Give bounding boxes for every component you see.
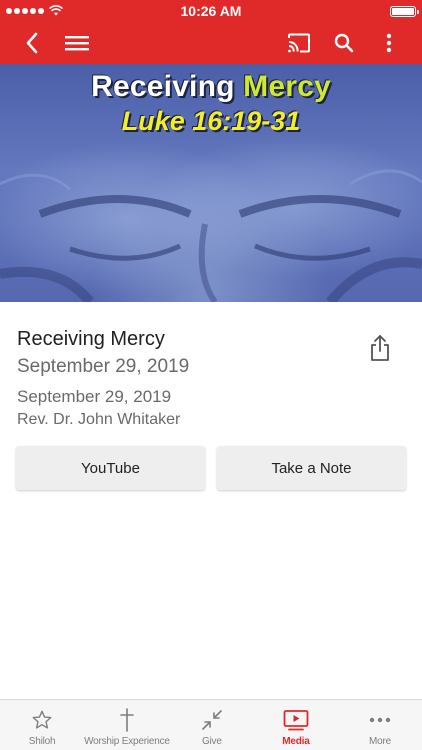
app-bar	[0, 22, 422, 64]
tab-label: Media	[282, 736, 310, 747]
share-icon	[371, 335, 389, 361]
tab-give[interactable]: Give	[170, 700, 254, 750]
battery-fill	[392, 8, 414, 15]
artwork-title-part2: Mercy	[243, 70, 331, 103]
menu-button[interactable]	[57, 22, 97, 64]
sermon-date-primary: September 29, 2019	[17, 356, 190, 377]
artwork-title: Receiving Mercy	[0, 70, 422, 104]
tab-label: More	[368, 736, 391, 747]
artwork-scripture-reference: Luke 16:19-31	[121, 106, 301, 136]
sermon-speaker: Rev. Dr. John Whitaker	[17, 411, 181, 428]
share-button[interactable]	[366, 332, 394, 364]
star-icon	[31, 708, 53, 732]
cross-icon	[119, 708, 135, 732]
cast-icon	[288, 33, 310, 53]
chevron-left-icon	[26, 32, 38, 54]
status-time: 10:26 AM	[180, 3, 242, 19]
hamburger-menu-icon	[65, 36, 89, 51]
search-button[interactable]	[324, 22, 364, 64]
sermon-title: Receiving Mercy	[17, 328, 165, 350]
more-vertical-icon	[386, 33, 392, 53]
search-icon	[334, 33, 354, 53]
youtube-button[interactable]: YouTube	[16, 446, 205, 490]
status-bar: 10:26 AM	[0, 0, 422, 22]
tab-label: Give	[201, 736, 222, 747]
bottom-tab-bar: Shiloh Worship Experience Give Media Mor…	[0, 699, 422, 750]
artwork-title-part1: Receiving	[91, 70, 235, 103]
tab-label: Worship Experience	[84, 736, 170, 747]
tab-label: Shiloh	[28, 736, 56, 747]
tab-shiloh[interactable]: Shiloh	[0, 700, 84, 750]
cast-button[interactable]	[279, 22, 319, 64]
more-horizontal-icon	[369, 708, 391, 732]
tab-media[interactable]: Media	[254, 700, 338, 750]
action-buttons: YouTube Take a Note	[16, 446, 406, 490]
sermon-date-secondary: September 29, 2019	[17, 387, 172, 406]
back-button[interactable]	[12, 22, 52, 64]
battery-icon	[390, 6, 419, 17]
media-play-icon	[283, 708, 309, 732]
sermon-artwork[interactable]: Receiving Mercy Luke 16:19-31	[0, 64, 422, 302]
tab-more[interactable]: More	[338, 700, 422, 750]
arrows-icon	[201, 708, 223, 732]
more-options-button[interactable]	[369, 22, 409, 64]
sermon-details: Receiving Mercy September 29, 2019 Septe…	[17, 326, 357, 431]
take-a-note-button[interactable]: Take a Note	[217, 446, 406, 490]
tab-worship-experience[interactable]: Worship Experience	[84, 700, 170, 750]
